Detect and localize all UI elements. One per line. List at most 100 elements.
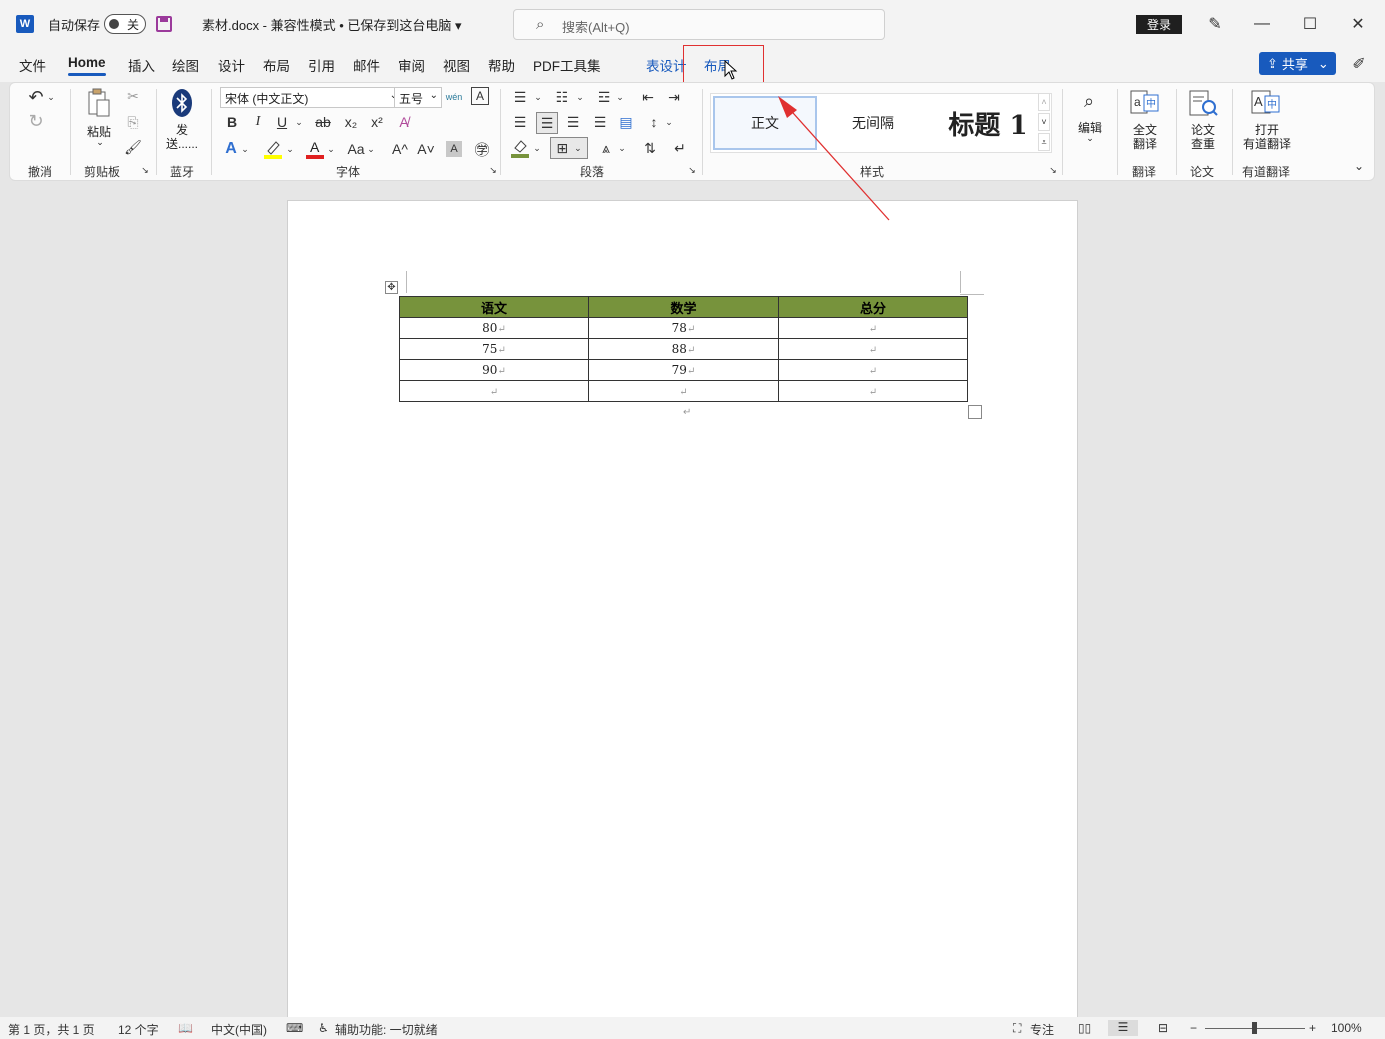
page-count[interactable]: 第 1 页，共 1 页 bbox=[8, 1021, 95, 1038]
tab-help[interactable]: 帮助 bbox=[488, 55, 515, 75]
dialog-launcher-icon[interactable]: ↘ bbox=[488, 165, 498, 175]
table-header-cell[interactable]: 总分 bbox=[778, 296, 968, 318]
zoom-slider-thumb[interactable] bbox=[1252, 1022, 1257, 1034]
enclose-characters-icon[interactable]: ㊫ bbox=[472, 139, 492, 159]
tab-insert[interactable]: 插入 bbox=[128, 55, 155, 75]
borders-button[interactable]: ⊞ ⌄ bbox=[550, 137, 588, 159]
table-cell[interactable]: 79↵ bbox=[588, 359, 779, 381]
autosave-toggle[interactable]: 关 bbox=[104, 14, 146, 34]
line-spacing-dropdown-icon[interactable]: ⌄ bbox=[664, 112, 674, 132]
align-right-icon[interactable]: ☰ bbox=[563, 112, 583, 132]
line-spacing-icon[interactable]: ↕ bbox=[644, 112, 664, 132]
table-header-cell[interactable]: 语文 bbox=[399, 296, 589, 318]
sort-icon[interactable]: ⇅ bbox=[640, 138, 660, 158]
maximize-button[interactable]: ☐ bbox=[1298, 12, 1322, 36]
dialog-launcher-icon[interactable]: ↘ bbox=[687, 165, 697, 175]
distributed-icon[interactable]: ▤ bbox=[616, 112, 636, 132]
table-cell[interactable]: ↵ bbox=[399, 380, 589, 402]
tab-references[interactable]: 引用 bbox=[308, 55, 335, 75]
zoom-in-icon[interactable]: + bbox=[1309, 1021, 1316, 1035]
superscript-icon[interactable]: x² bbox=[368, 113, 386, 131]
read-mode-icon[interactable]: ▯▯ bbox=[1078, 1021, 1091, 1035]
pen-icon[interactable]: ✎ bbox=[1203, 12, 1227, 36]
italic-icon[interactable]: I bbox=[250, 113, 266, 131]
justify-icon[interactable]: ☰ bbox=[590, 112, 610, 132]
underline-icon[interactable]: U bbox=[274, 113, 290, 131]
score-table[interactable]: 语文 数学 总分 80↵ 78↵ ↵ 75↵ 88↵ ↵ 90↵ 79↵ ↵ ↵… bbox=[399, 296, 968, 402]
strikethrough-icon[interactable]: ab bbox=[312, 113, 334, 131]
asian-layout-dropdown-icon[interactable]: ⌄ bbox=[617, 138, 627, 158]
close-button[interactable]: ✕ bbox=[1346, 12, 1370, 36]
undo-icon[interactable]: ↶ bbox=[24, 87, 48, 107]
underline-dropdown-icon[interactable]: ⌄ bbox=[294, 113, 304, 131]
dialog-launcher-icon[interactable]: ↘ bbox=[140, 165, 150, 175]
align-center-icon[interactable]: ☰ bbox=[536, 112, 558, 134]
highlight-color-icon[interactable] bbox=[264, 139, 282, 159]
table-cell[interactable]: ↵ bbox=[778, 317, 968, 339]
clear-formatting-icon[interactable]: A̸ bbox=[394, 113, 414, 131]
comments-icon[interactable]: ✐ bbox=[1347, 52, 1371, 76]
shading-dropdown-icon[interactable]: ⌄ bbox=[532, 138, 542, 158]
proofing-icon[interactable]: 📖 bbox=[178, 1021, 193, 1035]
language-indicator[interactable]: 中文(中国) bbox=[211, 1021, 267, 1038]
tab-file[interactable]: 文件 bbox=[19, 55, 46, 75]
text-predictions-icon[interactable]: ⌨ bbox=[286, 1021, 303, 1035]
increase-indent-icon[interactable]: ⇥ bbox=[664, 87, 684, 107]
paper-check-label-2[interactable]: 查重 bbox=[1183, 135, 1223, 152]
youdao-label-2[interactable]: 有道翻译 bbox=[1237, 135, 1297, 152]
tab-pdf-tools[interactable]: PDF工具集 bbox=[533, 55, 601, 75]
paste-dropdown-icon[interactable]: ⌄ bbox=[90, 137, 110, 148]
paper-check-icon[interactable] bbox=[1188, 89, 1220, 117]
tab-table-design[interactable]: 表设计 bbox=[646, 55, 687, 75]
table-cell[interactable]: ↵ bbox=[778, 380, 968, 402]
font-color-dropdown-icon[interactable]: ⌄ bbox=[326, 139, 336, 159]
asian-layout-icon[interactable]: ⩓ bbox=[596, 138, 616, 158]
dialog-launcher-icon[interactable]: ↘ bbox=[1048, 165, 1058, 175]
highlight-dropdown-icon[interactable]: ⌄ bbox=[285, 139, 295, 159]
bluetooth-send-label-2[interactable]: 送...... bbox=[162, 135, 202, 152]
multilevel-dropdown-icon[interactable]: ⌄ bbox=[615, 87, 625, 107]
web-layout-icon[interactable]: ⊟ bbox=[1158, 1021, 1168, 1035]
subscript-icon[interactable]: x₂ bbox=[342, 113, 360, 131]
collapse-ribbon-icon[interactable]: ⌄ bbox=[1352, 159, 1366, 173]
cut-icon[interactable]: ✂ bbox=[124, 87, 142, 105]
table-move-handle-icon[interactable]: ✥ bbox=[385, 281, 398, 294]
zoom-level[interactable]: 100% bbox=[1331, 1021, 1362, 1035]
copy-icon[interactable]: ⎘ bbox=[124, 113, 142, 131]
text-effects-icon[interactable]: A bbox=[222, 139, 240, 159]
tab-home[interactable]: Home bbox=[68, 55, 106, 76]
style-normal[interactable]: 正文 bbox=[713, 96, 817, 150]
change-case-icon[interactable]: Aa bbox=[344, 139, 368, 159]
table-cell[interactable]: ↵ bbox=[778, 338, 968, 360]
document-page[interactable]: ✥ 语文 数学 总分 80↵ 78↵ ↵ 75↵ 88↵ ↵ 90↵ 79↵ ↵… bbox=[287, 200, 1078, 1018]
font-size-select[interactable]: 五号 ⌄ bbox=[394, 87, 442, 108]
table-header-cell[interactable]: 数学 bbox=[588, 296, 779, 318]
character-shading-icon[interactable]: A bbox=[446, 141, 462, 157]
tab-mailings[interactable]: 邮件 bbox=[353, 55, 380, 75]
full-text-translate-icon[interactable]: a中 bbox=[1130, 89, 1160, 117]
word-count[interactable]: 12 个字 bbox=[118, 1021, 159, 1038]
bullets-dropdown-icon[interactable]: ⌄ bbox=[533, 87, 543, 107]
change-case-dropdown-icon[interactable]: ⌄ bbox=[366, 139, 376, 159]
print-layout-icon[interactable]: ☰ bbox=[1108, 1020, 1138, 1036]
table-cell[interactable]: 80↵ bbox=[399, 317, 589, 339]
styles-more-icon[interactable]: ⩡ bbox=[1038, 133, 1050, 151]
table-cell[interactable]: 75↵ bbox=[399, 338, 589, 360]
full-translate-label-2[interactable]: 翻译 bbox=[1125, 135, 1165, 152]
zoom-out-icon[interactable]: − bbox=[1190, 1021, 1197, 1035]
bold-icon[interactable]: B bbox=[224, 113, 240, 131]
paste-icon[interactable] bbox=[84, 87, 114, 119]
bullets-icon[interactable]: ☰ bbox=[510, 87, 530, 107]
save-icon[interactable] bbox=[156, 16, 172, 32]
styles-scroll-up-icon[interactable]: ˄ bbox=[1038, 93, 1050, 111]
numbering-dropdown-icon[interactable]: ⌄ bbox=[575, 87, 585, 107]
table-resize-handle[interactable] bbox=[968, 405, 982, 419]
tab-layout[interactable]: 布局 bbox=[263, 55, 290, 75]
shrink-font-icon[interactable]: A˅ bbox=[416, 139, 436, 159]
accessibility-status[interactable]: 辅助功能: 一切就绪 bbox=[335, 1021, 438, 1038]
character-border-icon[interactable]: A bbox=[471, 87, 489, 105]
decrease-indent-icon[interactable]: ⇤ bbox=[638, 87, 658, 107]
youdao-translate-icon[interactable]: A中 bbox=[1250, 89, 1282, 117]
grow-font-icon[interactable]: A^ bbox=[390, 139, 410, 159]
tab-draw[interactable]: 绘图 bbox=[172, 55, 199, 75]
